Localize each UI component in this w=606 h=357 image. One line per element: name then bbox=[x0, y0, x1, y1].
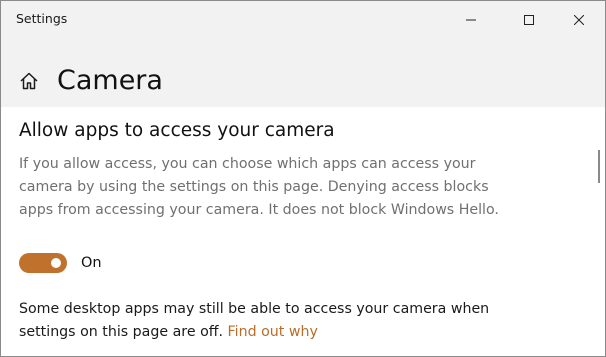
title-bar-area: Settings Camera bbox=[1, 1, 605, 107]
note-line: Some desktop apps may still be able to a… bbox=[19, 301, 490, 317]
description-line: If you allow access, you can choose whic… bbox=[19, 156, 476, 172]
section-description: If you allow access, you can choose whic… bbox=[19, 153, 589, 222]
page-title: Camera bbox=[57, 65, 163, 96]
window-title: Settings bbox=[16, 11, 68, 26]
find-out-why-link[interactable]: Find out why bbox=[228, 324, 318, 340]
maximize-icon bbox=[524, 15, 534, 25]
minimize-button[interactable] bbox=[446, 1, 496, 39]
toggle-knob bbox=[51, 258, 61, 268]
home-icon[interactable] bbox=[19, 71, 39, 91]
maximize-button[interactable] bbox=[504, 1, 554, 39]
close-icon bbox=[574, 15, 584, 25]
desktop-apps-note: Some desktop apps may still be able to a… bbox=[19, 298, 589, 344]
close-button[interactable] bbox=[554, 1, 604, 39]
description-line: camera by using the settings on this pag… bbox=[19, 179, 489, 195]
note-line: settings on this page are off. Find out … bbox=[19, 321, 589, 344]
minimize-icon bbox=[466, 19, 476, 21]
description-line: apps from accessing your camera. It does… bbox=[19, 202, 499, 218]
settings-window: Settings Camera Allow apps to access you… bbox=[0, 0, 606, 357]
note-text: settings on this page are off. bbox=[19, 324, 224, 340]
scrollbar-thumb[interactable] bbox=[598, 150, 600, 183]
section-heading: Allow apps to access your camera bbox=[19, 120, 335, 141]
toggle-state-label: On bbox=[81, 255, 102, 271]
camera-access-toggle[interactable] bbox=[19, 253, 67, 273]
